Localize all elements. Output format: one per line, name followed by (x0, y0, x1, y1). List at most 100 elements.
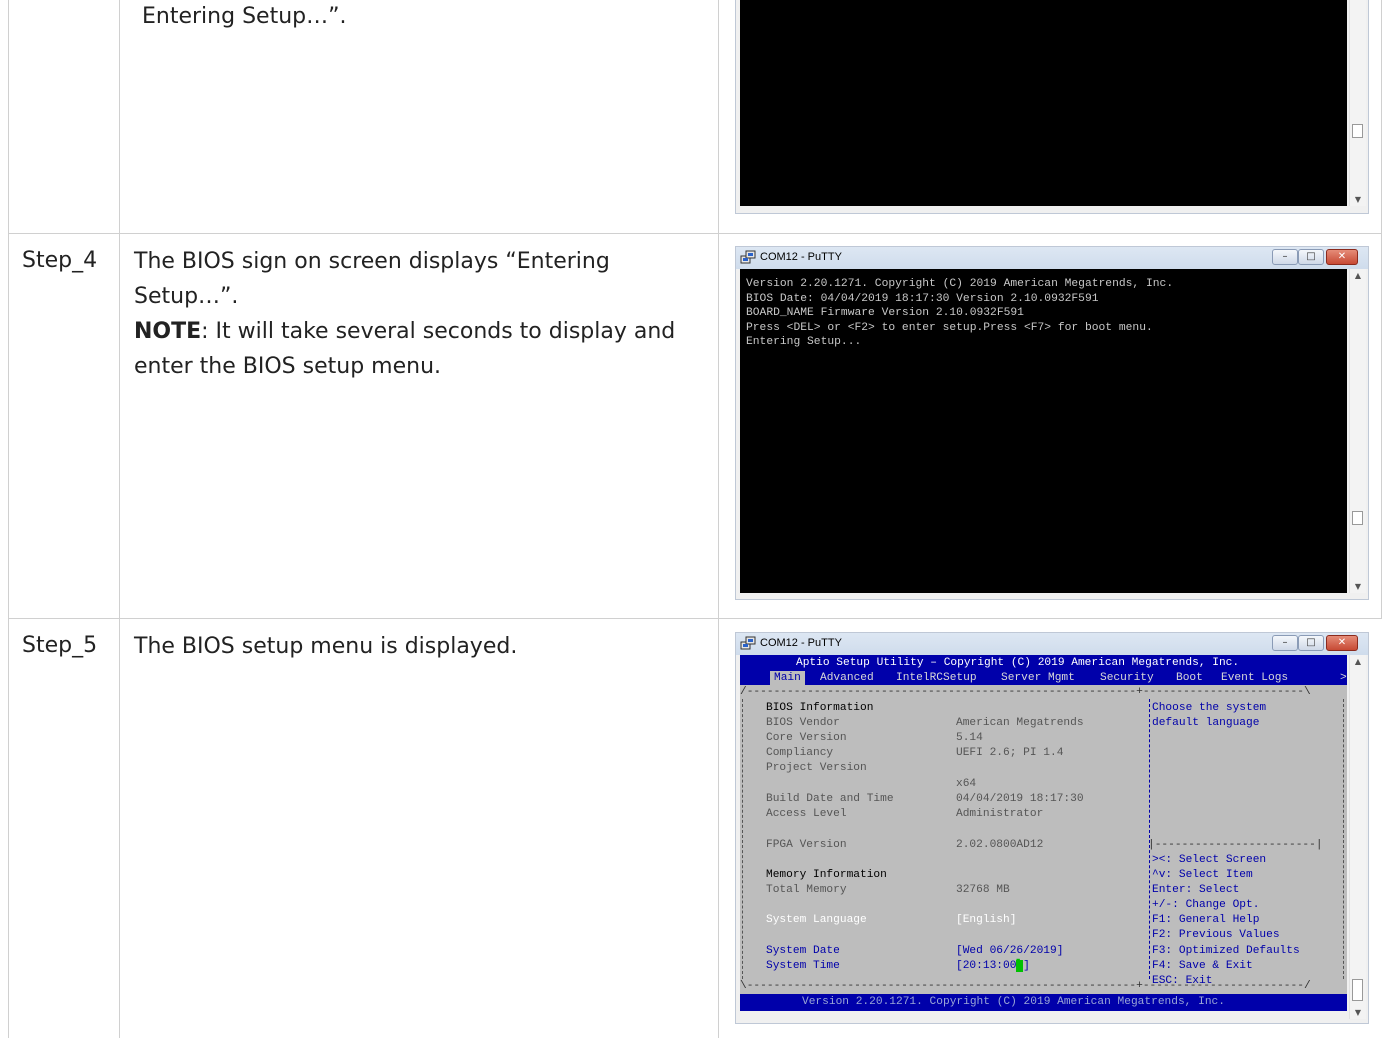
bios-menu-more: > (1340, 672, 1347, 684)
bios-field-label: Project Version (766, 762, 867, 774)
scrollbar-thumb[interactable] (1352, 979, 1363, 1001)
scroll-up-icon[interactable]: ▲ (1350, 657, 1366, 666)
scrollbar[interactable]: ▲ ▼ (1349, 655, 1366, 1019)
bios-field-label: BIOS Vendor (766, 717, 840, 729)
step-label: Step_5 (22, 633, 98, 658)
scrollbar[interactable]: ▼ (1349, 0, 1366, 206)
close-icon[interactable]: ✕ (1326, 635, 1358, 651)
terminal-line: BIOS Date: 04/04/2019 18:17:30 Version 2… (746, 292, 1099, 305)
note-label: NOTE (134, 319, 202, 344)
bios-tab-security[interactable]: Security (1100, 671, 1154, 685)
step4-description: The BIOS sign on screen displays “Enteri… (134, 244, 704, 384)
system-time-label[interactable]: System Time (766, 959, 840, 974)
help-text-line: default language (1152, 717, 1260, 729)
total-memory-label: Total Memory (766, 884, 847, 896)
scroll-down-icon[interactable]: ▼ (1350, 582, 1366, 591)
putty-window: COM12 - PuTTY – □ ✕ Aptio Setup Utility … (735, 632, 1369, 1024)
terminal-line: Entering Setup... (746, 336, 862, 348)
key-hint: F4: Save & Exit (1152, 960, 1253, 972)
scroll-down-icon[interactable]: ▼ (1350, 1008, 1366, 1017)
system-language-label[interactable]: System Language (766, 913, 867, 928)
bios-frame-divider (1149, 699, 1151, 979)
bios-field-value: 2.02.0800AD12 (956, 839, 1044, 851)
key-hint: ESC: Exit (1152, 975, 1213, 987)
terminal-screen: Version 2.20.1271. Copyright (C) 2019 Am… (740, 269, 1347, 593)
bios-tab-event-logs[interactable]: Event Logs (1221, 671, 1288, 685)
terminal-output: Version 2.20.1271. Copyright (C) 2019 Am… (746, 277, 1173, 350)
minimize-icon[interactable]: – (1272, 635, 1298, 651)
title-bar[interactable]: COM12 - PuTTY – □ ✕ (736, 247, 1368, 269)
window-title: COM12 - PuTTY (760, 637, 842, 649)
bios-frame-left (742, 699, 744, 979)
bios-field-label: Access Level (766, 808, 847, 820)
bios-tab-main[interactable]: Main (770, 671, 805, 685)
bios-field-value: UEFI 2.6; PI 1.4 (956, 747, 1064, 759)
system-time-value[interactable]: [20:13:00▌] (956, 959, 1030, 974)
system-date-value[interactable]: [Wed 06/26/2019] (956, 944, 1063, 959)
scrollbar[interactable]: ▲ ▼ (1349, 269, 1366, 593)
bios-tab-server-mgmt[interactable]: Server Mgmt (1001, 671, 1075, 685)
title-bar[interactable]: COM12 - PuTTY – □ ✕ (736, 633, 1368, 655)
key-hint: ><: Select Screen (1152, 854, 1267, 866)
bios-field-value: Administrator (956, 808, 1044, 820)
key-hint: Enter: Select (1152, 884, 1240, 896)
terminal-line: Press <DEL> or <F2> to enter setup.Press… (746, 321, 1153, 334)
table-row-divider-2 (8, 618, 1382, 619)
bios-frame-right (1343, 699, 1345, 979)
help-text-line: Choose the system (1152, 702, 1267, 714)
step5-description: The BIOS setup menu is displayed. (134, 634, 518, 659)
system-time-text: [20:13:00 (956, 960, 1017, 972)
row1-terminal-window: ▼ (735, 0, 1369, 214)
window-title: COM12 - PuTTY (760, 251, 842, 263)
bios-header-title: Aptio Setup Utility – Copyright (C) 2019… (796, 657, 1240, 669)
table-row-divider-1 (8, 233, 1382, 234)
terminal-line: Version 2.20.1271. Copyright (C) 2019 Am… (746, 278, 1174, 290)
bios-field-value: American Megatrends (956, 717, 1084, 729)
key-hint: F2: Previous Values (1152, 929, 1280, 941)
bios-setup-screen: Aptio Setup Utility – Copyright (C) 2019… (740, 655, 1347, 1011)
scroll-down-icon[interactable]: ▼ (1350, 195, 1366, 204)
bios-footer-text: Version 2.20.1271. Copyright (C) 2019 Am… (802, 996, 1225, 1008)
bios-tab-intelrcsetup[interactable]: IntelRCSetup (896, 671, 977, 685)
bios-field-label: Core Version (766, 732, 847, 744)
bios-field-label: FPGA Version (766, 839, 847, 851)
row1-description: Entering Setup…”. (142, 4, 347, 29)
bios-frame-bottom: \---------------------------------------… (740, 980, 1311, 992)
memory-info-heading: Memory Information (766, 869, 887, 881)
table-border-col2 (718, 0, 719, 1038)
bios-frame-separator: |------------------------| (1148, 839, 1323, 851)
note-text: : It will take several seconds to displa… (134, 319, 676, 379)
bios-field-value: x64 (956, 778, 977, 790)
maximize-icon[interactable]: □ (1298, 249, 1324, 265)
system-date-label[interactable]: System Date (766, 944, 840, 959)
table-border-col1 (119, 0, 120, 1038)
putty-window: COM12 - PuTTY – □ ✕ Version 2.20.1271. C… (735, 246, 1369, 600)
total-memory-value: 32768 MB (956, 884, 1010, 896)
putty-icon (740, 636, 756, 650)
bios-field-label: Compliancy (766, 747, 834, 759)
key-hint: +/-: Change Opt. (1152, 899, 1260, 911)
scroll-up-icon[interactable]: ▲ (1350, 271, 1366, 280)
maximize-icon[interactable]: □ (1298, 635, 1324, 651)
bios-info-heading: BIOS Information (766, 702, 874, 714)
key-hint: F3: Optimized Defaults (1152, 945, 1300, 957)
close-icon[interactable]: ✕ (1326, 249, 1358, 265)
bios-tab-advanced[interactable]: Advanced (820, 671, 874, 685)
key-hint: ^v: Select Item (1152, 869, 1253, 881)
minimize-icon[interactable]: – (1272, 249, 1298, 265)
scrollbar-thumb[interactable] (1352, 511, 1363, 525)
system-time-bracket: ] (1023, 960, 1030, 972)
bios-frame-top: /---------------------------------------… (740, 686, 1311, 698)
key-hint: F1: General Help (1152, 914, 1260, 926)
scrollbar-thumb[interactable] (1352, 124, 1363, 138)
bios-field-value: 04/04/2019 18:17:30 (956, 793, 1084, 805)
bios-field-label: Build Date and Time (766, 793, 894, 805)
step-label: Step_4 (22, 248, 98, 273)
system-language-value[interactable]: [English] (956, 913, 1016, 928)
terminal-screen (740, 0, 1347, 206)
terminal-line: BOARD_NAME Firmware Version 2.10.0932F59… (746, 307, 1024, 319)
bios-tab-boot[interactable]: Boot (1176, 671, 1203, 685)
table-border-right (1381, 0, 1382, 618)
bios-field-value: 5.14 (956, 732, 983, 744)
table-border-left (8, 0, 9, 1038)
